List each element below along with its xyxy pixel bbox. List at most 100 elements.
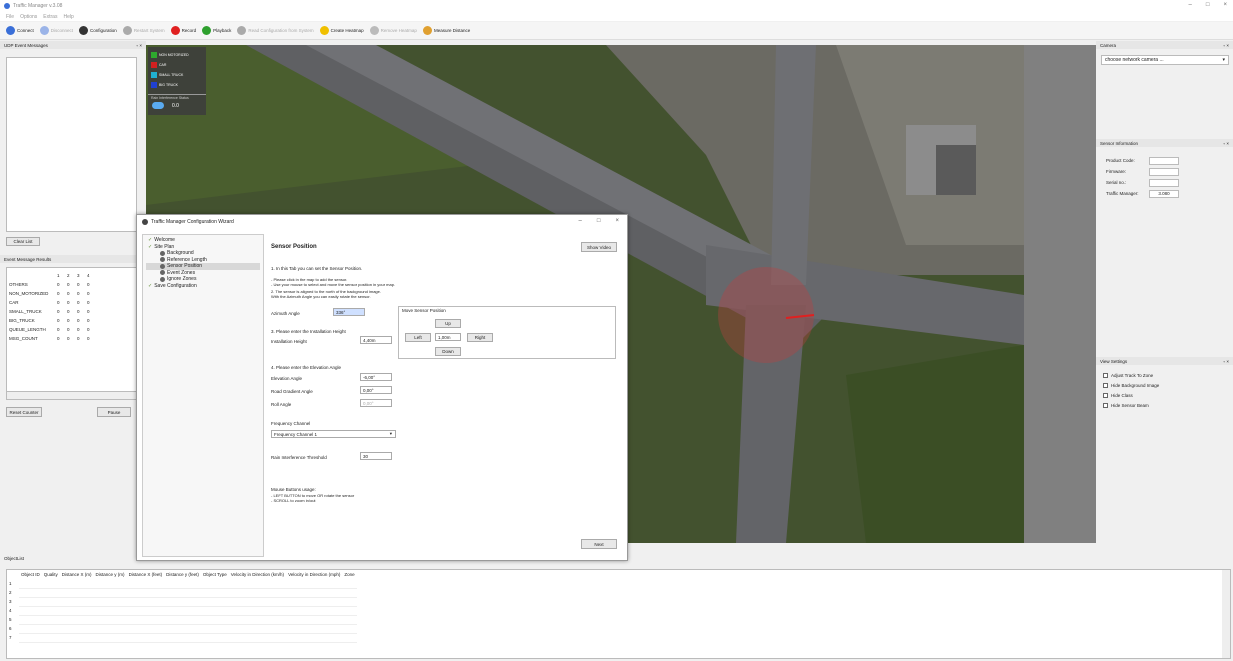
tree-item-label: Welcome <box>154 237 175 244</box>
reset-counter-button[interactable]: Reset Counter <box>6 407 42 417</box>
results-cell: 0 <box>67 327 70 332</box>
object-cell <box>93 579 127 589</box>
panel-float-close-icon[interactable]: ▫ × <box>1224 141 1229 146</box>
object-table-box: Object ID Quality Distance X (m) Distance y… <box>6 569 1231 659</box>
configuration-button[interactable]: Configuration <box>79 26 117 35</box>
object-cell <box>228 579 287 589</box>
playback-button[interactable]: Playback <box>202 26 231 35</box>
object-list-scrollbar[interactable] <box>1222 570 1230 658</box>
object-cell <box>342 615 357 625</box>
sensor-field-value <box>1149 156 1179 165</box>
object-cell <box>41 624 60 634</box>
table-row[interactable]: 7 <box>7 633 357 643</box>
minimize-button[interactable]: – <box>1189 2 1192 8</box>
measure-distance-button[interactable]: Measure Distance <box>422 26 471 35</box>
rain-threshold-input[interactable]: 30 <box>360 452 392 460</box>
record-button[interactable]: Record <box>170 26 196 35</box>
object-cell <box>93 606 127 616</box>
restart-system-button[interactable]: Restart System <box>122 26 165 35</box>
object-table: Object ID Quality Distance X (m) Distance y… <box>7 570 357 643</box>
menu-options[interactable]: Options <box>20 14 37 20</box>
object-cell <box>59 588 94 598</box>
view-option-checkbox[interactable]: Hide Class <box>1103 390 1159 400</box>
height-input[interactable]: 4,40m <box>360 336 392 344</box>
read-configuration-from-system-button[interactable]: Read Configuration from System <box>237 26 314 35</box>
sensor-field-label: Product Code: <box>1106 158 1135 163</box>
table-row[interactable]: 5 <box>7 615 357 625</box>
results-cell: NON_MOTORIZED <box>9 291 49 296</box>
move-step-input[interactable]: 1,00m <box>435 333 461 341</box>
show-video-button[interactable]: Show Video <box>581 242 617 252</box>
table-row[interactable]: 4 <box>7 606 357 616</box>
table-row[interactable]: 1 <box>7 579 357 589</box>
legend-overlay: NON MOTORIZED CAR SMALL TRUCK BIG TRUCK Rai… <box>148 47 206 115</box>
object-cell <box>286 606 343 616</box>
remove-heatmap-button[interactable]: Remove Heatmap <box>369 26 417 35</box>
table-row[interactable]: 3 <box>7 597 357 607</box>
close-button[interactable]: × <box>1223 2 1227 8</box>
wizard-close-button[interactable]: × <box>615 218 619 224</box>
panel-float-close-icon[interactable]: ▫ × <box>137 43 142 48</box>
panel-float-close-icon[interactable]: ▫ × <box>1224 43 1229 48</box>
sensor-panel-header: Sensor Information ▫ × <box>1096 139 1233 147</box>
clear-list-button[interactable]: Clear List <box>6 237 40 246</box>
road-gradient-label: Road Gradient Angle <box>271 389 313 394</box>
sensor-panel-title: Sensor Information <box>1100 140 1139 146</box>
ruler-icon <box>422 26 432 35</box>
view-option-checkbox[interactable]: Hide Background Image <box>1103 380 1159 390</box>
wizard-window-controls: – □ × <box>579 218 619 224</box>
connect-button[interactable]: Connect <box>6 26 34 35</box>
wizard-title-bar: Traffic Manager Configuration Wizard – □… <box>137 215 627 229</box>
roll-input[interactable]: 0,00° <box>360 399 392 407</box>
object-cell <box>19 588 42 598</box>
elevation-input[interactable]: -6,00° <box>360 373 392 381</box>
wizard-maximize-button[interactable]: □ <box>597 218 601 224</box>
frequency-select[interactable]: Frequency Channel 1 ▾ <box>271 430 396 438</box>
object-cell <box>228 624 287 634</box>
menu-help[interactable]: Help <box>63 14 73 20</box>
tree-item[interactable]: ✓ Save Configuration <box>146 283 260 290</box>
move-up-button[interactable]: Up <box>435 319 461 328</box>
udp-message-list[interactable] <box>6 57 137 232</box>
record-icon <box>170 26 180 35</box>
view-option-checkbox[interactable]: Adjust Track To Zone <box>1103 370 1159 380</box>
object-cell <box>41 597 60 607</box>
results-scrollbar[interactable] <box>6 391 137 400</box>
toolbar-label: Measure Distance <box>433 28 471 33</box>
results-cell: 0 <box>87 327 90 332</box>
menu-file[interactable]: File <box>6 14 14 20</box>
wizard-minimize-button[interactable]: – <box>579 218 582 224</box>
move-left-button[interactable]: Left <box>405 333 431 342</box>
table-row[interactable]: 2 <box>7 588 357 598</box>
results-cell: OTHERS <box>9 282 28 287</box>
pause-button[interactable]: Pause <box>97 407 131 417</box>
row-number: 5 <box>9 617 12 622</box>
sensor-field-label: Firmware: <box>1106 169 1126 174</box>
create-heatmap-button[interactable]: Create Heatmap <box>319 26 364 35</box>
results-row: SMALL_TRUCK 0 0 0 0 <box>7 307 95 316</box>
view-option-checkbox[interactable]: Hide Sensor Beam <box>1103 400 1159 410</box>
results-row: CAR 0 0 0 0 <box>7 298 95 307</box>
map-gray-edge <box>1024 45 1096 543</box>
move-right-button[interactable]: Right <box>467 333 493 342</box>
camera-select[interactable]: choose network camera ... ▾ <box>1101 55 1229 65</box>
menu-extras[interactable]: Extras <box>43 14 57 20</box>
legend-label: CAR <box>159 63 167 67</box>
panel-float-close-icon[interactable]: ▫ × <box>1224 359 1229 364</box>
maximize-button[interactable]: □ <box>1206 2 1210 8</box>
road-gradient-input[interactable]: 0,00° <box>360 386 392 394</box>
step4-text: 4. Please enter the Elevation Angle <box>271 365 342 370</box>
disconnect-button[interactable]: Disconnect <box>39 26 73 35</box>
next-button[interactable]: Next <box>581 539 617 549</box>
results-col-header: 4 <box>87 273 90 278</box>
row-number: 6 <box>9 626 12 631</box>
move-down-button[interactable]: Down <box>435 347 461 356</box>
object-cell <box>286 633 343 643</box>
azimuth-input[interactable]: 336° <box>333 308 365 316</box>
object-cell <box>59 624 94 634</box>
object-cell <box>228 633 287 643</box>
table-row[interactable]: 6 <box>7 624 357 634</box>
class-legend: NON MOTORIZED CAR SMALL TRUCK BIG TRUCK <box>148 47 206 90</box>
row-number: 2 <box>9 590 12 595</box>
rain-threshold-label: Rain Interference Threshold <box>271 455 327 460</box>
